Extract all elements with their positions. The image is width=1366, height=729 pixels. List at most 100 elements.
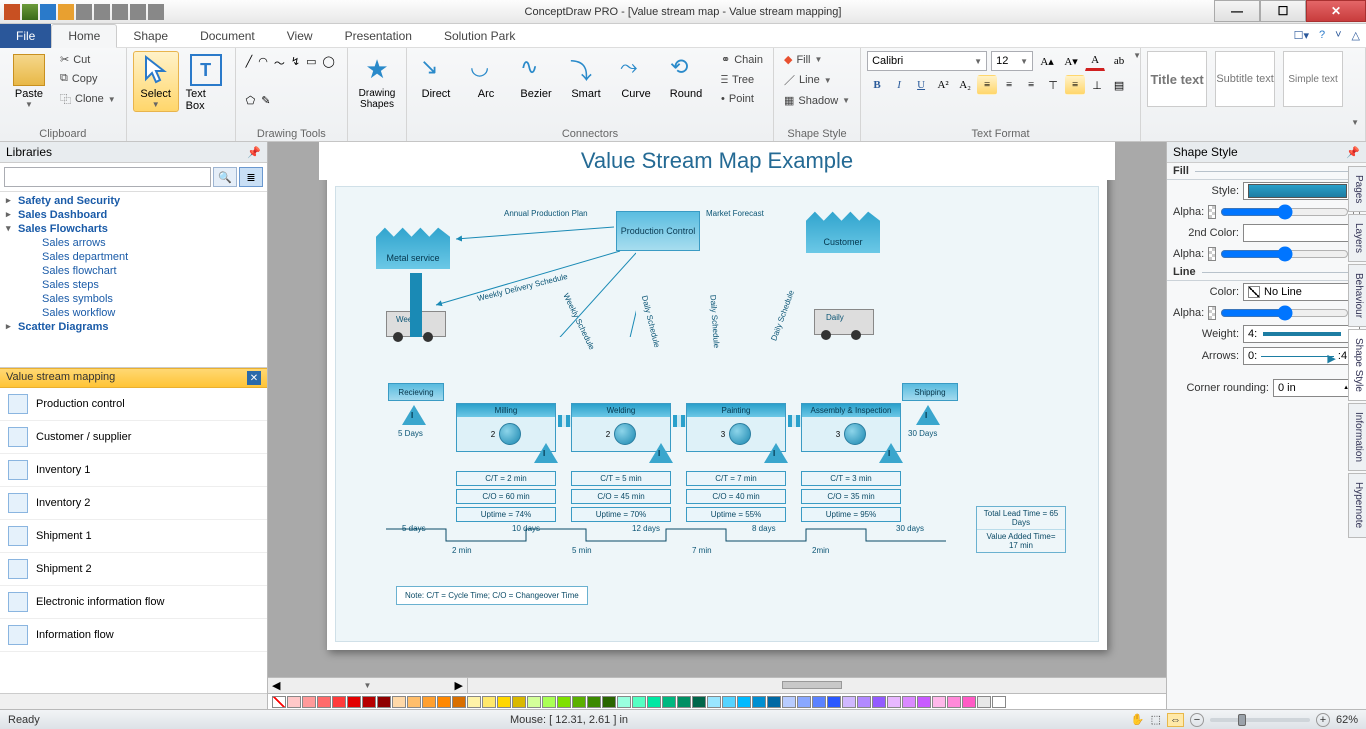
page-next-icon[interactable]: ▶ — [455, 679, 463, 692]
qat-paste-icon[interactable] — [148, 4, 164, 20]
connector-curve[interactable]: ⤳Curve — [613, 51, 659, 103]
simple-style-preview[interactable]: Simple text — [1283, 51, 1343, 107]
color-swatch[interactable] — [317, 696, 331, 708]
corner-spinner[interactable]: 0 in▲▼ — [1273, 379, 1360, 397]
zoom-slider[interactable] — [1210, 718, 1310, 722]
color-swatch[interactable] — [467, 696, 481, 708]
side-tab-shape-style[interactable]: Shape Style — [1348, 329, 1366, 401]
line-tool-icon[interactable]: ╱ — [246, 55, 253, 68]
color-swatch[interactable] — [332, 696, 346, 708]
shipping-node[interactable]: Shipping — [902, 383, 958, 401]
color-swatch[interactable] — [437, 696, 451, 708]
tree-item[interactable]: Sales symbols — [0, 292, 267, 306]
color-swatch[interactable] — [347, 696, 361, 708]
metric-co[interactable]: C/O = 40 min — [686, 489, 786, 504]
metric-up[interactable]: Uptime = 95% — [801, 507, 901, 522]
weight-combo[interactable]: 4:▼ — [1243, 325, 1360, 343]
tab-solution-park[interactable]: Solution Park — [428, 25, 531, 47]
rect-tool-icon[interactable]: ▭ — [306, 55, 316, 68]
qat-undo-icon[interactable] — [76, 4, 92, 20]
supplier-node[interactable]: Metal service — [376, 223, 450, 269]
color-swatch[interactable] — [992, 696, 1006, 708]
color-swatch[interactable] — [302, 696, 316, 708]
align-left-button[interactable]: ≡ — [977, 75, 997, 95]
color-swatch[interactable] — [722, 696, 736, 708]
cut-button[interactable]: ✂Cut — [56, 51, 120, 68]
file-tab[interactable]: File — [0, 24, 51, 48]
italic-button[interactable]: I — [889, 75, 909, 95]
close-stencil-icon[interactable]: ✕ — [247, 371, 261, 385]
align-middle-button[interactable]: ≡ — [1065, 75, 1085, 95]
color-swatch[interactable] — [362, 696, 376, 708]
title-style-preview[interactable]: Title text — [1147, 51, 1207, 107]
page-dropdown-icon[interactable]: ▼ — [364, 681, 372, 690]
qat-redo-icon[interactable] — [94, 4, 110, 20]
color-swatch[interactable] — [617, 696, 631, 708]
side-tab-layers[interactable]: Layers — [1348, 214, 1366, 262]
pin-right-icon[interactable]: 📌 — [1346, 146, 1360, 159]
polygon-tool-icon[interactable]: ⬠ — [246, 94, 256, 107]
qat-copy-icon[interactable] — [130, 4, 146, 20]
pin-icon[interactable]: 📌 — [247, 146, 261, 159]
superscript-button[interactable]: A² — [933, 75, 953, 95]
fill-style-combo[interactable]: ▼ — [1243, 182, 1360, 200]
connector-arc[interactable]: ◡Arc — [463, 51, 509, 103]
metric-ct[interactable]: C/T = 7 min — [686, 471, 786, 486]
arc-tool-icon[interactable]: ◠ — [258, 55, 268, 68]
connector-point[interactable]: • Point — [717, 91, 767, 107]
stencil-list[interactable]: Production controlCustomer / supplierInv… — [0, 388, 267, 693]
production-control-node[interactable]: Production Control — [616, 211, 700, 251]
note-box[interactable]: Note: C/T = Cycle Time; C/O = Changeover… — [396, 586, 588, 605]
color-swatch[interactable] — [932, 696, 946, 708]
stencil-item[interactable]: Inventory 1 — [0, 454, 267, 487]
shrink-font-icon[interactable]: A▾ — [1061, 51, 1081, 71]
color-swatch[interactable] — [887, 696, 901, 708]
color-swatch[interactable] — [572, 696, 586, 708]
receiving-node[interactable]: Recieving — [388, 383, 444, 401]
fit-width-icon[interactable]: ⇔ — [1167, 713, 1184, 727]
connector-direct[interactable]: ↘Direct — [413, 51, 459, 103]
collapse-ribbon-icon[interactable]: ˅ — [1335, 29, 1341, 42]
fill-button[interactable]: ◆Fill ▼ — [780, 51, 854, 68]
qat-new-icon[interactable] — [40, 4, 56, 20]
align-center-button[interactable]: ≡ — [999, 75, 1019, 95]
connector-smart[interactable]: ⤵Smart — [563, 51, 609, 103]
tree-item[interactable]: Sales Flowcharts — [0, 222, 267, 236]
line-color-combo[interactable]: No Line▼ — [1243, 283, 1360, 301]
tab-document[interactable]: Document — [184, 25, 271, 47]
tree-item[interactable]: Sales flowchart — [0, 264, 267, 278]
metric-co[interactable]: C/O = 60 min — [456, 489, 556, 504]
truck-customer[interactable] — [814, 309, 874, 335]
arrows-combo[interactable]: 0:▶:4▼ — [1243, 347, 1360, 365]
line-button[interactable]: ／Line ▼ — [780, 70, 854, 90]
zoom-in-button[interactable]: + — [1316, 713, 1330, 727]
color-swatch[interactable] — [527, 696, 541, 708]
color-swatch[interactable] — [287, 696, 301, 708]
search-button[interactable]: 🔍 — [213, 167, 237, 187]
tree-item[interactable]: Sales workflow — [0, 306, 267, 320]
qat-save-icon[interactable] — [22, 4, 38, 20]
minimize-button[interactable]: — — [1214, 0, 1260, 22]
metric-co[interactable]: C/O = 45 min — [571, 489, 671, 504]
color-swatch[interactable] — [902, 696, 916, 708]
ellipse-tool-icon[interactable]: ◯ — [323, 55, 335, 68]
stencil-item[interactable]: Electronic information flow — [0, 586, 267, 619]
qat-open-icon[interactable] — [58, 4, 74, 20]
tab-view[interactable]: View — [271, 25, 329, 47]
font-size-combo[interactable]: 12▼ — [991, 51, 1033, 71]
library-search-input[interactable] — [4, 167, 211, 187]
bold-button[interactable]: B — [867, 75, 887, 95]
color-swatch[interactable] — [647, 696, 661, 708]
tab-presentation[interactable]: Presentation — [329, 25, 428, 47]
color-swatch[interactable] — [857, 696, 871, 708]
align-bottom-button[interactable]: ⊥ — [1087, 75, 1107, 95]
stencil-item[interactable]: Information flow — [0, 619, 267, 652]
second-color-combo[interactable]: ▼ — [1243, 224, 1360, 242]
metric-up[interactable]: Uptime = 70% — [571, 507, 671, 522]
freehand-tool-icon[interactable]: ✎ — [261, 94, 270, 107]
grow-font-icon[interactable]: A▴ — [1037, 51, 1057, 71]
shadow-button[interactable]: ▦Shadow ▼ — [780, 92, 854, 109]
copy-button[interactable]: ⧉Copy — [56, 70, 120, 87]
qat-print-icon[interactable] — [112, 4, 128, 20]
side-tab-hypernote[interactable]: Hypernote — [1348, 473, 1366, 537]
